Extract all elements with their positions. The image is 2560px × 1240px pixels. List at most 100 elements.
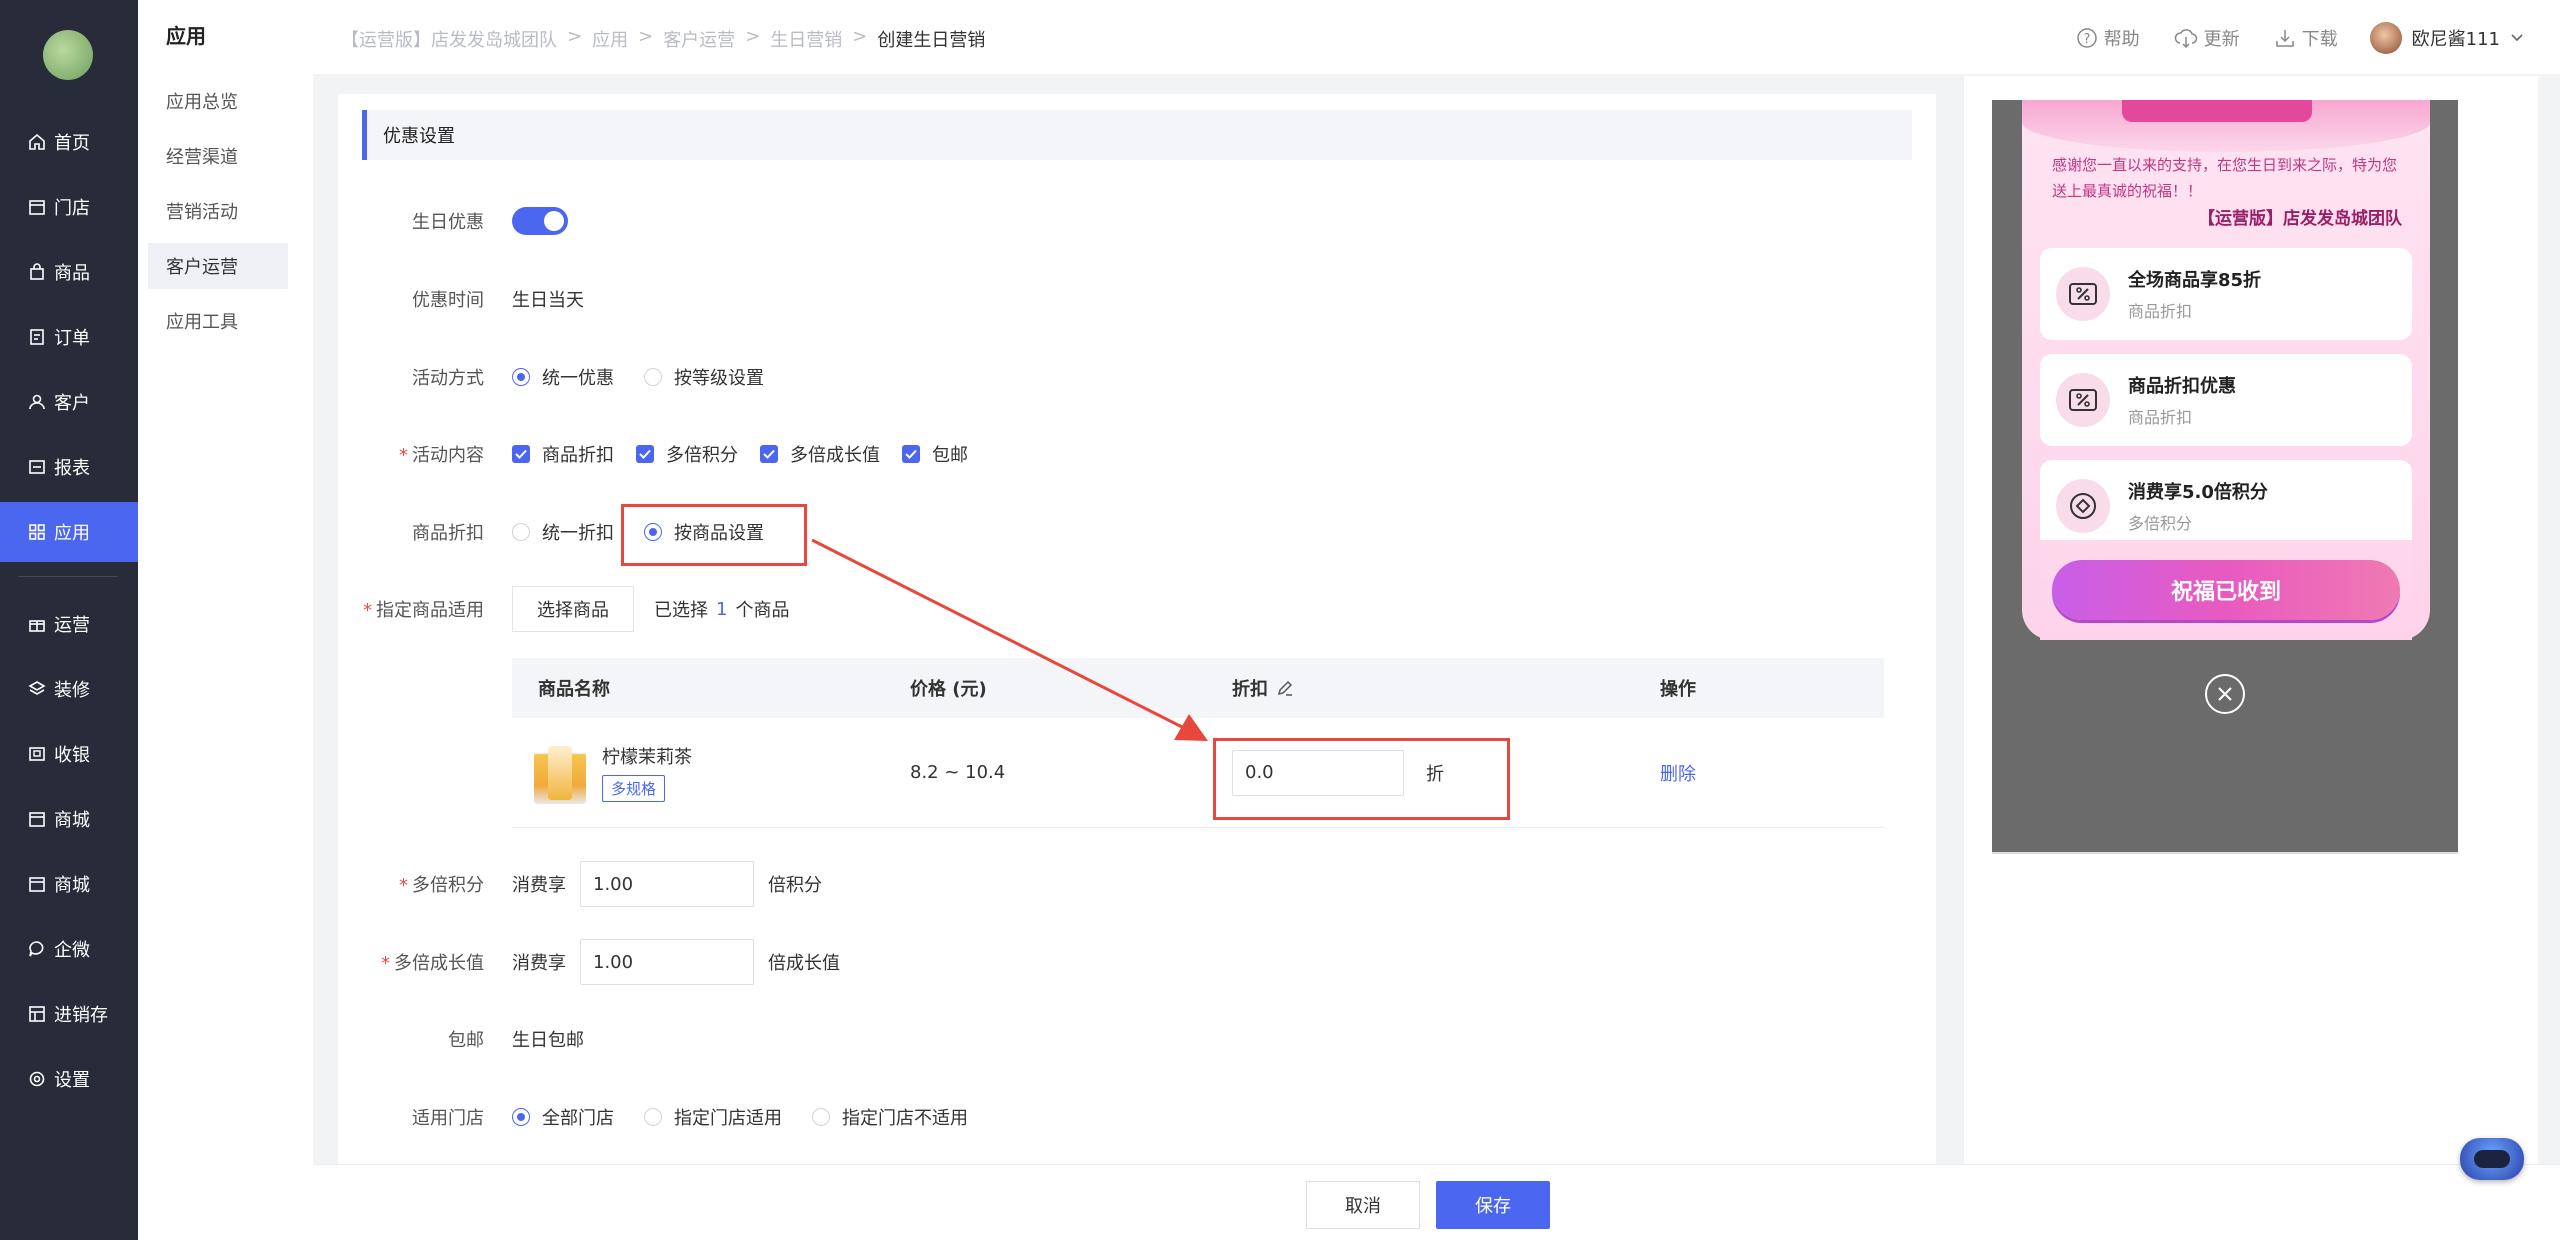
breadcrumb-separator: > bbox=[638, 26, 654, 47]
coupon-sub: 商品折扣 bbox=[2128, 408, 2193, 427]
gear-icon bbox=[28, 1070, 46, 1088]
checkbox-label: 包邮 bbox=[932, 445, 968, 466]
coupon-sub: 商品折扣 bbox=[2128, 302, 2193, 321]
birthday-popup: 感谢您一直以来的支持，在您生日到来之际，特为您送上最真诚的祝福！！ 【运营版】店… bbox=[2022, 100, 2430, 640]
multi-points-prefix: 消费享 bbox=[512, 875, 566, 896]
radio-excluded-stores[interactable]: 指定门店不适用 bbox=[812, 1104, 968, 1130]
breadcrumb-item[interactable]: 客户运营 bbox=[663, 26, 735, 52]
breadcrumb-item[interactable]: 【运营版】店发发岛城团队 bbox=[341, 26, 557, 52]
select-products-button[interactable]: 选择商品 bbox=[512, 586, 634, 632]
multi-growth-input[interactable] bbox=[580, 939, 754, 985]
nav-label: 商品 bbox=[54, 263, 90, 284]
avatar bbox=[2369, 22, 2402, 54]
logo[interactable] bbox=[43, 30, 93, 80]
field-label: * 指定商品适用 bbox=[363, 600, 484, 621]
radio-specified-stores[interactable]: 指定门店适用 bbox=[644, 1104, 782, 1130]
nav-item-inventory[interactable]: 进销存 bbox=[0, 984, 138, 1044]
inventory-icon bbox=[28, 1005, 46, 1023]
product-price: 8.2 ~ 10.4 bbox=[910, 762, 1006, 783]
row-multi-points: *多倍积分 消费享 倍积分 bbox=[338, 861, 1936, 907]
popup-message: 感谢您一直以来的支持，在您生日到来之际，特为您送上最真诚的祝福！！ bbox=[2052, 156, 2398, 200]
highlight-box-discount-input bbox=[1213, 738, 1510, 820]
blessing-received-button[interactable]: 祝福已收到 bbox=[2052, 560, 2400, 620]
nav-item-home[interactable]: 首页 bbox=[0, 112, 138, 172]
breadcrumb-separator: > bbox=[852, 26, 868, 47]
apps-icon bbox=[28, 523, 46, 541]
multi-spec-tag: 多规格 bbox=[602, 775, 666, 802]
nav-item-orders[interactable]: 订单 bbox=[0, 307, 138, 367]
assistant-bot-icon[interactable] bbox=[2460, 1138, 2524, 1180]
nav-item-mall[interactable]: 商城 bbox=[0, 789, 138, 849]
download-button[interactable]: 下载 bbox=[2274, 25, 2338, 51]
discount-settings-card: 优惠设置 生日优惠 优惠时间 生日当天 活动方式 统一优惠 按等级设置 * 活动内… bbox=[338, 94, 1936, 1240]
radio-all-stores[interactable]: 全部门店 bbox=[512, 1104, 614, 1130]
submenu-item-overview[interactable]: 应用总览 bbox=[148, 78, 288, 124]
required-mark: * bbox=[363, 600, 372, 621]
radio-dot bbox=[512, 523, 530, 541]
product-name: 柠檬茉莉茶 bbox=[602, 747, 692, 768]
nav-label: 商城 bbox=[54, 810, 90, 831]
radio-by-level[interactable]: 按等级设置 bbox=[644, 364, 764, 390]
nav-item-mall-2[interactable]: 商城 bbox=[0, 854, 138, 914]
user-menu[interactable]: 欧尼酱111 bbox=[2369, 22, 2524, 54]
store-icon bbox=[28, 198, 46, 216]
coupon-sub: 多倍积分 bbox=[2128, 514, 2193, 533]
nav-item-settings[interactable]: 设置 bbox=[0, 1049, 138, 1109]
radio-dot bbox=[812, 1108, 830, 1126]
cloud-download-icon bbox=[2174, 29, 2197, 49]
update-label: 更新 bbox=[2203, 29, 2240, 50]
row-free-shipping: 包邮 生日包邮 bbox=[338, 1019, 1936, 1059]
multi-points-input[interactable] bbox=[580, 861, 754, 907]
submenu-item-customer-ops[interactable]: 客户运营 bbox=[148, 243, 288, 289]
checkbox-product-discount[interactable]: 商品折扣 bbox=[512, 441, 614, 467]
row-discount-time: 优惠时间 生日当天 bbox=[338, 279, 1936, 319]
submenu-item-channels[interactable]: 经营渠道 bbox=[148, 133, 288, 179]
nav-item-cashier[interactable]: 收银 bbox=[0, 724, 138, 784]
percent-ticket-icon bbox=[2056, 373, 2110, 427]
free-shipping-value: 生日包邮 bbox=[512, 1030, 584, 1051]
multi-growth-prefix: 消费享 bbox=[512, 953, 566, 974]
breadcrumb-current: 创建生日营销 bbox=[877, 30, 986, 51]
coupon-title: 全场商品享85折 bbox=[2128, 270, 2262, 291]
checkbox-multi-points[interactable]: 多倍积分 bbox=[636, 441, 738, 467]
close-icon[interactable] bbox=[2205, 674, 2245, 714]
birthday-discount-toggle[interactable] bbox=[512, 207, 568, 235]
checkbox-label: 商品折扣 bbox=[542, 445, 614, 466]
update-button[interactable]: 更新 bbox=[2174, 25, 2240, 51]
preview-panel: 感谢您一直以来的支持，在您生日到来之际，特为您送上最真诚的祝福！！ 【运营版】店… bbox=[1964, 76, 2538, 1164]
nav-item-store[interactable]: 门店 bbox=[0, 177, 138, 237]
breadcrumb-item[interactable]: 生日营销 bbox=[770, 26, 842, 52]
breadcrumb-separator: > bbox=[745, 26, 761, 47]
nav-item-decoration[interactable]: 装修 bbox=[0, 659, 138, 719]
cancel-button[interactable]: 取消 bbox=[1306, 1181, 1420, 1229]
header-action: 操作 bbox=[1660, 679, 1696, 700]
radio-unified-discount[interactable]: 统一优惠 bbox=[512, 364, 614, 390]
annotation-arrow bbox=[811, 538, 1208, 741]
submenu-item-tools[interactable]: 应用工具 bbox=[148, 298, 288, 344]
nav-item-customers[interactable]: 客户 bbox=[0, 372, 138, 432]
nav-item-products[interactable]: 商品 bbox=[0, 242, 138, 302]
save-button[interactable]: 保存 bbox=[1436, 1181, 1550, 1229]
user-icon bbox=[28, 393, 46, 411]
submenu-item-marketing[interactable]: 营销活动 bbox=[148, 188, 288, 234]
check-icon bbox=[636, 445, 654, 463]
checkbox-free-shipping[interactable]: 包邮 bbox=[902, 441, 968, 467]
checkbox-multi-growth[interactable]: 多倍成长值 bbox=[760, 441, 880, 467]
help-button[interactable]: ? 帮助 bbox=[2076, 25, 2140, 51]
breadcrumb-item[interactable]: 应用 bbox=[592, 26, 628, 52]
delete-link[interactable]: 删除 bbox=[1660, 764, 1696, 785]
nav-item-operations[interactable]: 运营 bbox=[0, 594, 138, 654]
edit-icon[interactable] bbox=[1276, 679, 1294, 697]
phone-preview: 感谢您一直以来的支持，在您生日到来之际，特为您送上最真诚的祝福！！ 【运营版】店… bbox=[1992, 100, 2458, 854]
username: 欧尼酱111 bbox=[2411, 29, 2500, 50]
nav-item-apps[interactable]: 应用 bbox=[0, 502, 138, 562]
popup-team: 【运营版】店发发岛城团队 bbox=[2198, 209, 2402, 229]
chevron-down-icon bbox=[2511, 34, 2523, 42]
radio-unified-rate[interactable]: 统一折扣 bbox=[512, 519, 614, 545]
nav-item-reports[interactable]: 报表 bbox=[0, 437, 138, 497]
nav-item-wecom[interactable]: 企微 bbox=[0, 919, 138, 979]
breadcrumb: 【运营版】店发发岛城团队 > 应用 > 客户运营 > 生日营销 > 创建生日营销 bbox=[341, 26, 985, 52]
row-activity-mode: 活动方式 统一优惠 按等级设置 bbox=[338, 357, 1936, 397]
nav-label: 运营 bbox=[54, 615, 90, 636]
popup-decoration bbox=[2022, 100, 2430, 152]
